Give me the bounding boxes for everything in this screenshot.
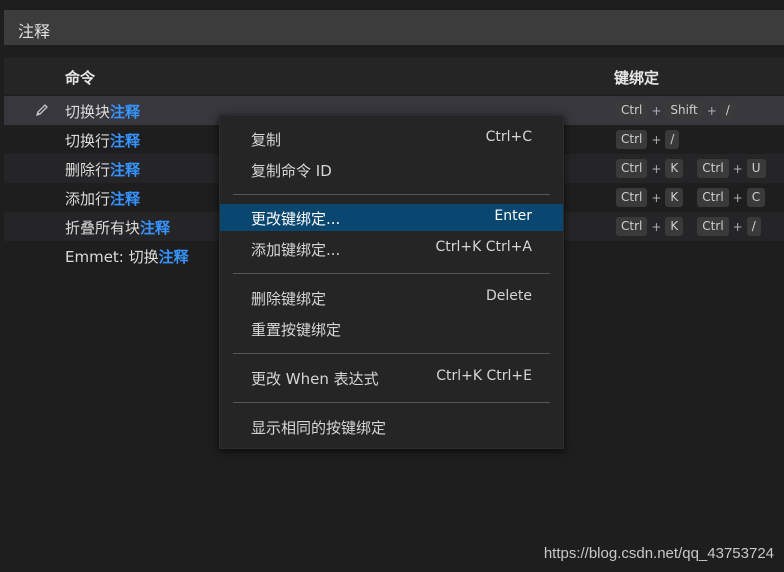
context-menu: 复制 Ctrl+C 复制命令 ID 更改键绑定... Enter 添加键绑定..… [219, 115, 564, 449]
key-cap: / [665, 130, 680, 149]
menu-item-change-keybinding[interactable]: 更改键绑定... Enter [220, 204, 563, 231]
key-cap: Ctrl [697, 188, 729, 207]
menu-separator [233, 402, 550, 403]
command-label: 切换行注释 [65, 132, 141, 150]
table-header: 命令 键绑定 [4, 58, 784, 94]
match-highlight: 注释 [110, 103, 141, 121]
menu-separator [233, 353, 550, 354]
match-highlight: 注释 [110, 161, 141, 179]
key-cap: Shift [665, 101, 703, 120]
key-cap: Ctrl [697, 159, 729, 178]
menu-item-remove-keybinding[interactable]: 删除键绑定 Delete [220, 284, 563, 311]
menu-item-copy[interactable]: 复制 Ctrl+C [220, 125, 563, 152]
menu-separator [233, 194, 550, 195]
search-input[interactable]: 注释 [4, 10, 784, 45]
key-cap: / [746, 217, 761, 236]
key-cap: Ctrl [616, 159, 648, 178]
key-cap: K [665, 159, 684, 178]
menu-item-show-same-keybindings[interactable]: 显示相同的按键绑定 [220, 413, 563, 440]
watermark: https://blog.csdn.net/qq_43753724 [543, 545, 774, 562]
menu-item-reset-keybinding[interactable]: 重置按键绑定 [220, 315, 563, 342]
menu-shortcut: Enter [494, 208, 532, 224]
menu-item-change-when-expression[interactable]: 更改 When 表达式 Ctrl+K Ctrl+E [220, 364, 563, 391]
keybinding: Ctrl + K Ctrl + C [616, 187, 766, 207]
keybinding: Ctrl + K Ctrl + / [616, 216, 761, 236]
key-cap: Ctrl [697, 217, 729, 236]
key-cap: Ctrl [616, 188, 648, 207]
column-header-keybinding[interactable]: 键绑定 [614, 67, 659, 88]
key-cap: K [665, 217, 684, 236]
key-cap: U [746, 159, 766, 178]
search-input-value: 注释 [18, 22, 51, 41]
key-cap: / [720, 101, 735, 120]
menu-shortcut: Ctrl+K Ctrl+A [435, 239, 533, 255]
match-highlight: 注释 [158, 248, 189, 266]
command-label: Emmet: 切换注释 [65, 248, 189, 266]
column-header-command[interactable]: 命令 [65, 67, 95, 88]
command-label: 删除行注释 [65, 161, 141, 179]
command-label: 折叠所有块注释 [65, 219, 171, 237]
key-cap: K [665, 188, 684, 207]
menu-shortcut: Ctrl+C [485, 129, 532, 145]
key-cap: Ctrl [616, 217, 648, 236]
keybindings-editor: 注释 命令 键绑定 切换块注释 Ctrl + Shift + / 切换行注释 Ctrl +… [0, 0, 784, 572]
menu-separator [233, 273, 550, 274]
key-cap: C [746, 188, 766, 207]
keybinding: Ctrl + Shift + / [616, 100, 735, 120]
menu-shortcut: Ctrl+K Ctrl+E [436, 368, 532, 384]
keybinding: Ctrl + K Ctrl + U [616, 158, 766, 178]
command-label: 添加行注释 [65, 190, 141, 208]
keybinding: Ctrl + / [616, 129, 680, 149]
menu-item-add-keybinding[interactable]: 添加键绑定... Ctrl+K Ctrl+A [220, 235, 563, 262]
key-cap: Ctrl [616, 130, 648, 149]
pencil-icon[interactable] [34, 102, 50, 118]
menu-item-copy-command-id[interactable]: 复制命令 ID [220, 156, 563, 183]
match-highlight: 注释 [140, 219, 171, 237]
match-highlight: 注释 [110, 190, 141, 208]
command-label: 切换块注释 [65, 103, 141, 121]
key-cap: Ctrl [616, 101, 648, 120]
match-highlight: 注释 [110, 132, 141, 150]
menu-shortcut: Delete [486, 288, 532, 304]
